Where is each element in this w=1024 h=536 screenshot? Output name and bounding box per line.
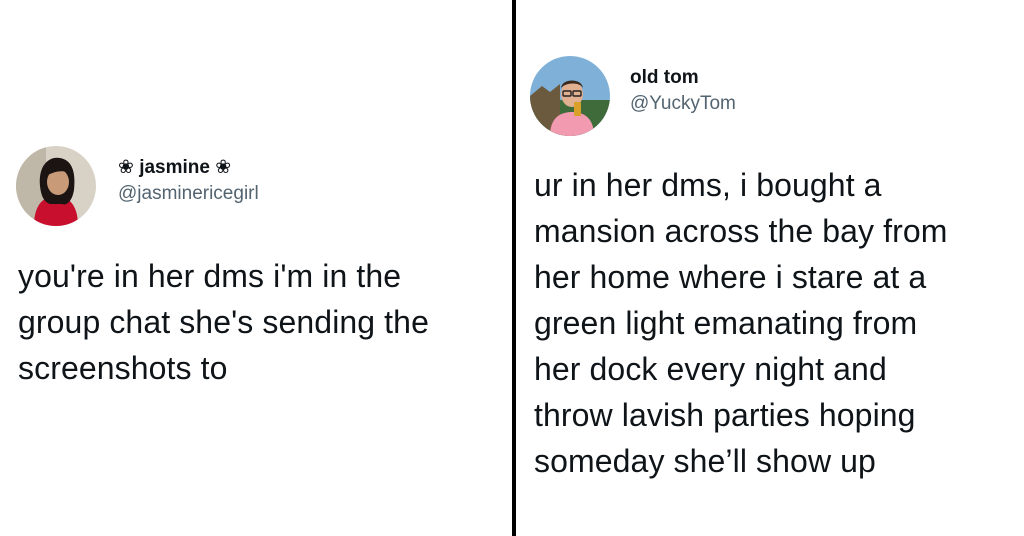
tweet-header: ❀ jasmine ❀ @jasminericegirl [16,146,259,226]
tweet-text: ur in her dms, i bought a mansion across… [534,167,948,479]
tweet-header: old tom @YuckyTom [530,56,736,136]
tweet-user-names: old tom @YuckyTom [630,66,736,116]
handle[interactable]: @jasminericegirl [118,182,259,206]
avatar[interactable] [530,56,610,136]
left-tweet: ❀ jasmine ❀ @jasminericegirl you're in h… [0,0,512,536]
tweet-user-names: ❀ jasmine ❀ @jasminericegirl [118,156,259,206]
tweet-text: you're in her dms i'm in the group chat … [18,258,429,386]
right-tweet: old tom @YuckyTom ur in her dms, i bough… [516,0,1024,536]
profile-photo-man-icon [530,56,610,136]
handle[interactable]: @YuckyTom [630,92,736,116]
display-name[interactable]: ❀ jasmine ❀ [118,156,259,180]
profile-photo-woman-icon [16,146,96,226]
display-name[interactable]: old tom [630,66,736,90]
avatar[interactable] [16,146,96,226]
